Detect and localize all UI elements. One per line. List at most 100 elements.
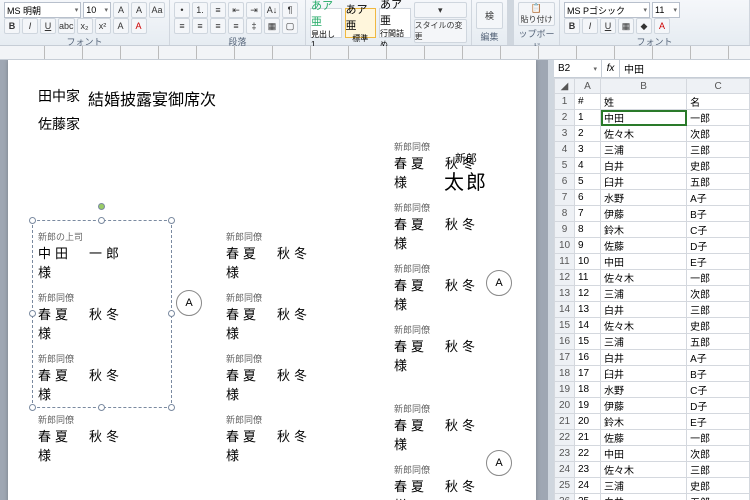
cell[interactable]: 8 [575, 222, 601, 238]
fx-icon[interactable]: fx [602, 60, 620, 77]
formula-input[interactable]: 中田 [620, 60, 750, 77]
xl-font-name-select[interactable]: MS Pゴシック▾ [564, 2, 650, 18]
cell[interactable]: 16 [575, 350, 601, 366]
row-header[interactable]: 3 [555, 126, 575, 142]
cell[interactable]: 鈴木 [601, 414, 687, 430]
cell[interactable]: 佐々木 [601, 462, 687, 478]
cell[interactable]: E子 [687, 414, 750, 430]
style-nogap[interactable]: あア亜行間詰め [379, 8, 411, 38]
cell[interactable]: B子 [687, 206, 750, 222]
cell[interactable]: 24 [575, 478, 601, 494]
row-header[interactable]: 7 [555, 190, 575, 206]
cell[interactable]: 9 [575, 238, 601, 254]
xl-bold-button[interactable]: B [564, 18, 580, 34]
cell[interactable]: 中田 [601, 254, 687, 270]
cell[interactable]: 佐々木 [601, 126, 687, 142]
cell[interactable]: 白井 [601, 494, 687, 500]
row-header[interactable]: 21 [555, 414, 575, 430]
find-button[interactable]: 検 [476, 2, 503, 29]
cell[interactable]: 名 [687, 94, 750, 110]
cell[interactable]: 23 [575, 462, 601, 478]
row-header[interactable]: 14 [555, 302, 575, 318]
cell[interactable]: 三郎 [687, 302, 750, 318]
cell[interactable]: 白井 [601, 350, 687, 366]
resize-handle-nw[interactable] [29, 217, 36, 224]
style-normal[interactable]: あア亜標準 [345, 8, 377, 38]
row-header[interactable]: 4 [555, 142, 575, 158]
resize-handle-sw[interactable] [29, 404, 36, 411]
row-header[interactable]: 23 [555, 446, 575, 462]
cell[interactable]: D子 [687, 398, 750, 414]
xl-font-size-select[interactable]: 11▾ [652, 2, 680, 18]
cell[interactable]: 鈴木 [601, 222, 687, 238]
row-header[interactable]: 9 [555, 222, 575, 238]
xl-border-button[interactable]: ▦ [618, 18, 634, 34]
cell[interactable]: 5 [575, 174, 601, 190]
cell[interactable]: 一郎 [687, 430, 750, 446]
row-header[interactable]: 20 [555, 398, 575, 414]
cell[interactable]: 次郎 [687, 126, 750, 142]
resize-handle-w[interactable] [29, 310, 36, 317]
cell[interactable]: 水野 [601, 190, 687, 206]
italic-button[interactable]: I [22, 18, 38, 34]
cell[interactable]: 21 [575, 430, 601, 446]
cell[interactable]: 白井 [601, 302, 687, 318]
cell[interactable]: 4 [575, 158, 601, 174]
cell[interactable]: 19 [575, 398, 601, 414]
row-header[interactable]: 12 [555, 270, 575, 286]
highlight-button[interactable]: A [113, 18, 129, 34]
styles-more-button[interactable]: ▾ [414, 2, 467, 18]
cell[interactable]: 臼井 [601, 366, 687, 382]
cell[interactable]: 7 [575, 206, 601, 222]
cell[interactable]: 五郎 [687, 494, 750, 500]
cell[interactable]: 三郎 [687, 462, 750, 478]
shading-button[interactable]: ▦ [264, 18, 280, 34]
multilevel-button[interactable]: ≡ [210, 2, 226, 18]
paste-button[interactable]: 📋貼り付け [518, 2, 555, 26]
align-right-button[interactable]: ≡ [210, 18, 226, 34]
cell[interactable]: 三浦 [601, 478, 687, 494]
cell[interactable]: 五郎 [687, 174, 750, 190]
justify-button[interactable]: ≡ [228, 18, 244, 34]
xl-italic-button[interactable]: I [582, 18, 598, 34]
cell[interactable]: 3 [575, 142, 601, 158]
clear-format-button[interactable]: Aa [149, 2, 165, 18]
row-header[interactable]: 22 [555, 430, 575, 446]
indent-dec-button[interactable]: ⇤ [228, 2, 244, 18]
cell[interactable]: 中田 [601, 110, 687, 126]
resize-handle-ne[interactable] [168, 217, 175, 224]
excel-grid[interactable]: ◢ A B C 1#姓名21中田一郎32佐々木次郎43三浦三郎54白井史郎65臼… [554, 78, 750, 500]
cell[interactable]: D子 [687, 238, 750, 254]
cell[interactable]: 佐藤 [601, 430, 687, 446]
cell[interactable]: B子 [687, 366, 750, 382]
cell[interactable]: 2 [575, 126, 601, 142]
cell[interactable]: 三郎 [687, 142, 750, 158]
cell[interactable]: C子 [687, 382, 750, 398]
cell[interactable]: 中田 [601, 446, 687, 462]
name-box[interactable]: B2▾ [554, 60, 602, 77]
cell[interactable]: 佐々木 [601, 270, 687, 286]
row-header[interactable]: 5 [555, 158, 575, 174]
subscript-button[interactable]: x₂ [77, 18, 93, 34]
cell[interactable]: 佐藤 [601, 238, 687, 254]
col-header-c[interactable]: C [687, 79, 750, 94]
row-header[interactable]: 8 [555, 206, 575, 222]
cell[interactable]: 佐々木 [601, 318, 687, 334]
word-document-area[interactable]: 田中家 佐藤家 結婚披露宴御席次 新郎 太郎 [0, 60, 548, 500]
cell[interactable]: 次郎 [687, 446, 750, 462]
numbering-button[interactable]: 1. [192, 2, 208, 18]
cell[interactable]: 白井 [601, 158, 687, 174]
row-header[interactable]: 11 [555, 254, 575, 270]
font-name-select[interactable]: MS 明朝▾ [4, 2, 81, 18]
xl-fontcolor-button[interactable]: A [654, 18, 670, 34]
sort-button[interactable]: A↓ [264, 2, 280, 18]
cell[interactable]: 五郎 [687, 334, 750, 350]
cell[interactable]: 13 [575, 302, 601, 318]
cell[interactable]: 15 [575, 334, 601, 350]
row-header[interactable]: 25 [555, 478, 575, 494]
align-left-button[interactable]: ≡ [174, 18, 190, 34]
cell[interactable]: E子 [687, 254, 750, 270]
row-header[interactable]: 6 [555, 174, 575, 190]
col-header-b[interactable]: B [601, 79, 687, 94]
row-header[interactable]: 1 [555, 94, 575, 110]
